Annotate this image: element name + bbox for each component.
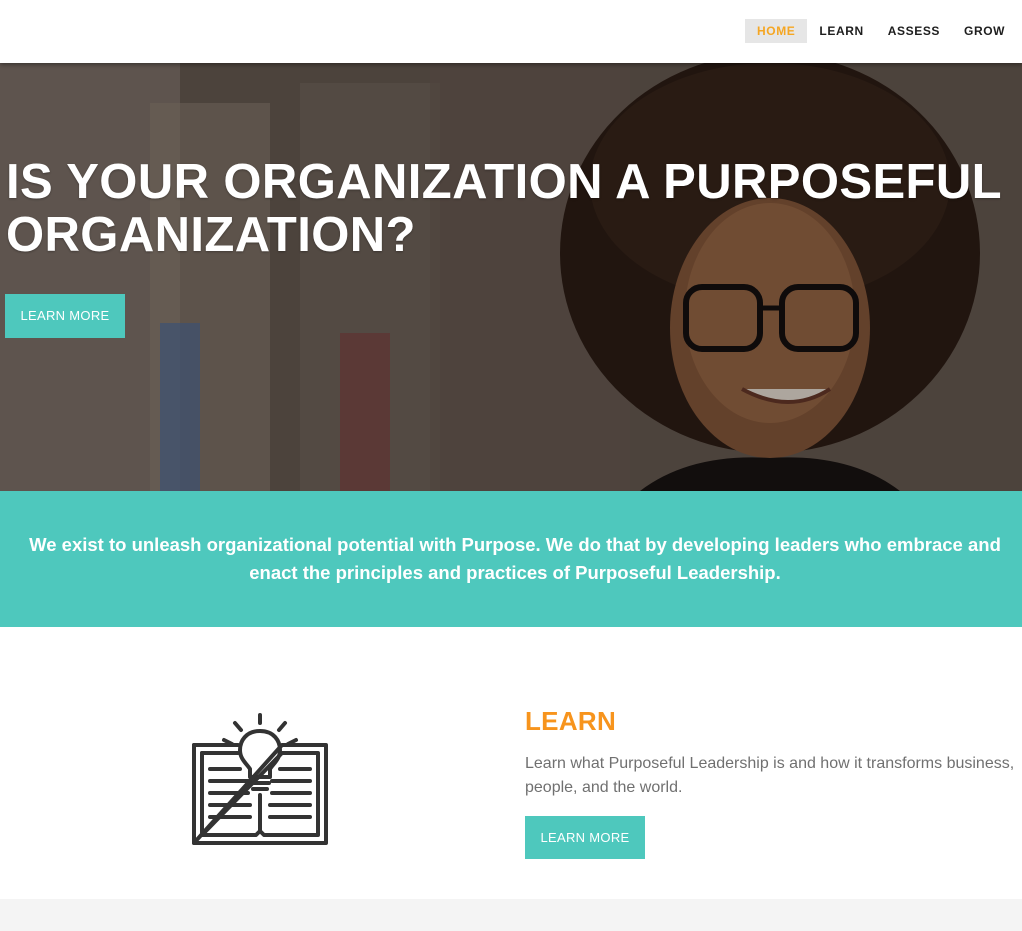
book-lightbulb-icon [192,713,328,845]
next-section-band [0,899,1022,931]
learn-description: Learn what Purposeful Leadership is and … [525,755,1015,796]
nav-item-learn[interactable]: LEARN [807,19,875,43]
learn-more-button[interactable]: LEARN MORE [525,816,645,859]
hero-overlay [0,63,1022,491]
mission-statement: We exist to unleash organizational poten… [29,534,1001,583]
site-header: HOME LEARN ASSESS GROW C [0,0,1022,63]
main-nav: HOME LEARN ASSESS GROW C [745,19,1022,43]
hero-banner: IS YOUR ORGANIZATION A PURPOSEFUL ORGANI… [0,63,1022,491]
nav-item-assess[interactable]: ASSESS [876,19,952,43]
learn-heading: LEARN [525,706,617,736]
hero-learn-more-button[interactable]: LEARN MORE [5,294,125,338]
nav-item-truncated[interactable]: C [1017,19,1022,43]
nav-item-home[interactable]: HOME [745,19,808,43]
nav-item-grow[interactable]: GROW [952,19,1017,43]
hero-title: IS YOUR ORGANIZATION A PURPOSEFUL ORGANI… [6,155,1002,262]
mission-banner: We exist to unleash organizational poten… [0,491,1022,627]
learn-section: LEARN Learn what Purposeful Leadership i… [0,627,1022,899]
